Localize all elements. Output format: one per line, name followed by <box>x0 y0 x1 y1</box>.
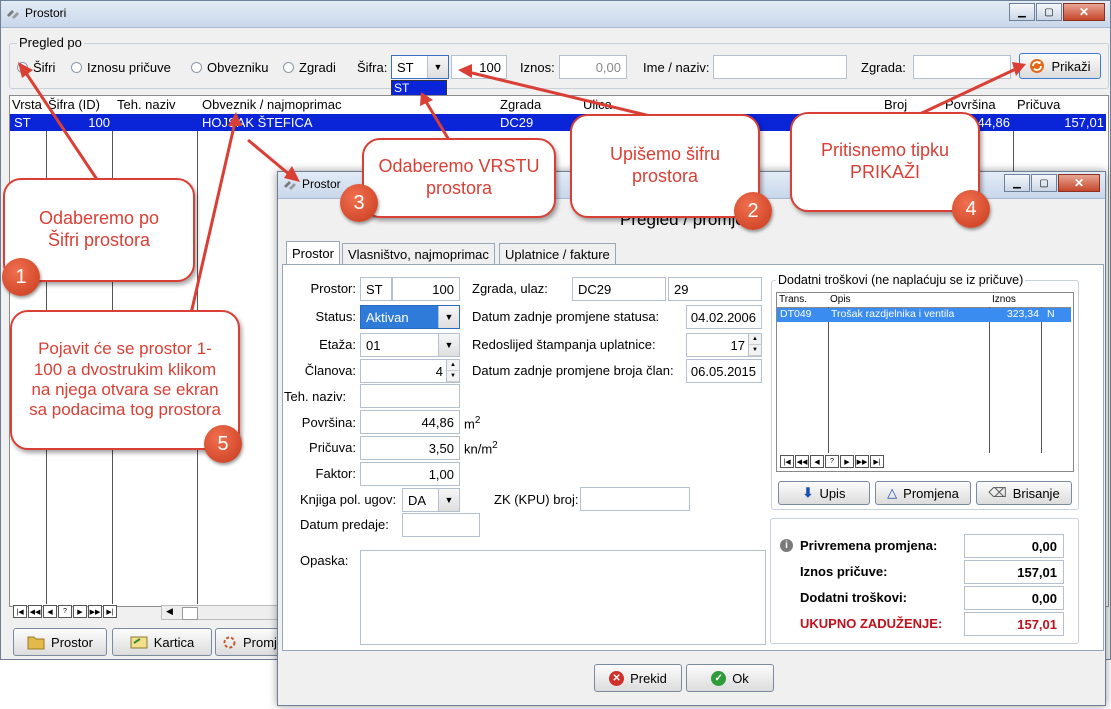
callout-3: Odaberemo VRSTU prostora <box>362 138 556 218</box>
badge-5: 5 <box>204 425 242 463</box>
badge-4: 4 <box>952 190 990 228</box>
badge-3: 3 <box>340 184 378 222</box>
arrow-5a <box>188 121 237 319</box>
callout-2: Upišemo šifru prostora <box>570 114 760 218</box>
arrowhead-5a <box>228 112 242 126</box>
callout-4: Pritisnemo tipku PRIKAŽI <box>790 112 980 212</box>
arrow-5b <box>247 138 291 177</box>
callout-5: Pojavit će se prostor 1-100 a dvostrukim… <box>10 310 240 450</box>
badge-2: 2 <box>734 192 772 230</box>
arrowhead-1 <box>18 62 33 78</box>
arrowhead-4 <box>1012 62 1026 76</box>
arrow-1 <box>22 69 102 185</box>
arrowhead-5b <box>284 166 300 182</box>
arrowhead-2 <box>458 64 472 78</box>
badge-1: 1 <box>2 258 40 296</box>
